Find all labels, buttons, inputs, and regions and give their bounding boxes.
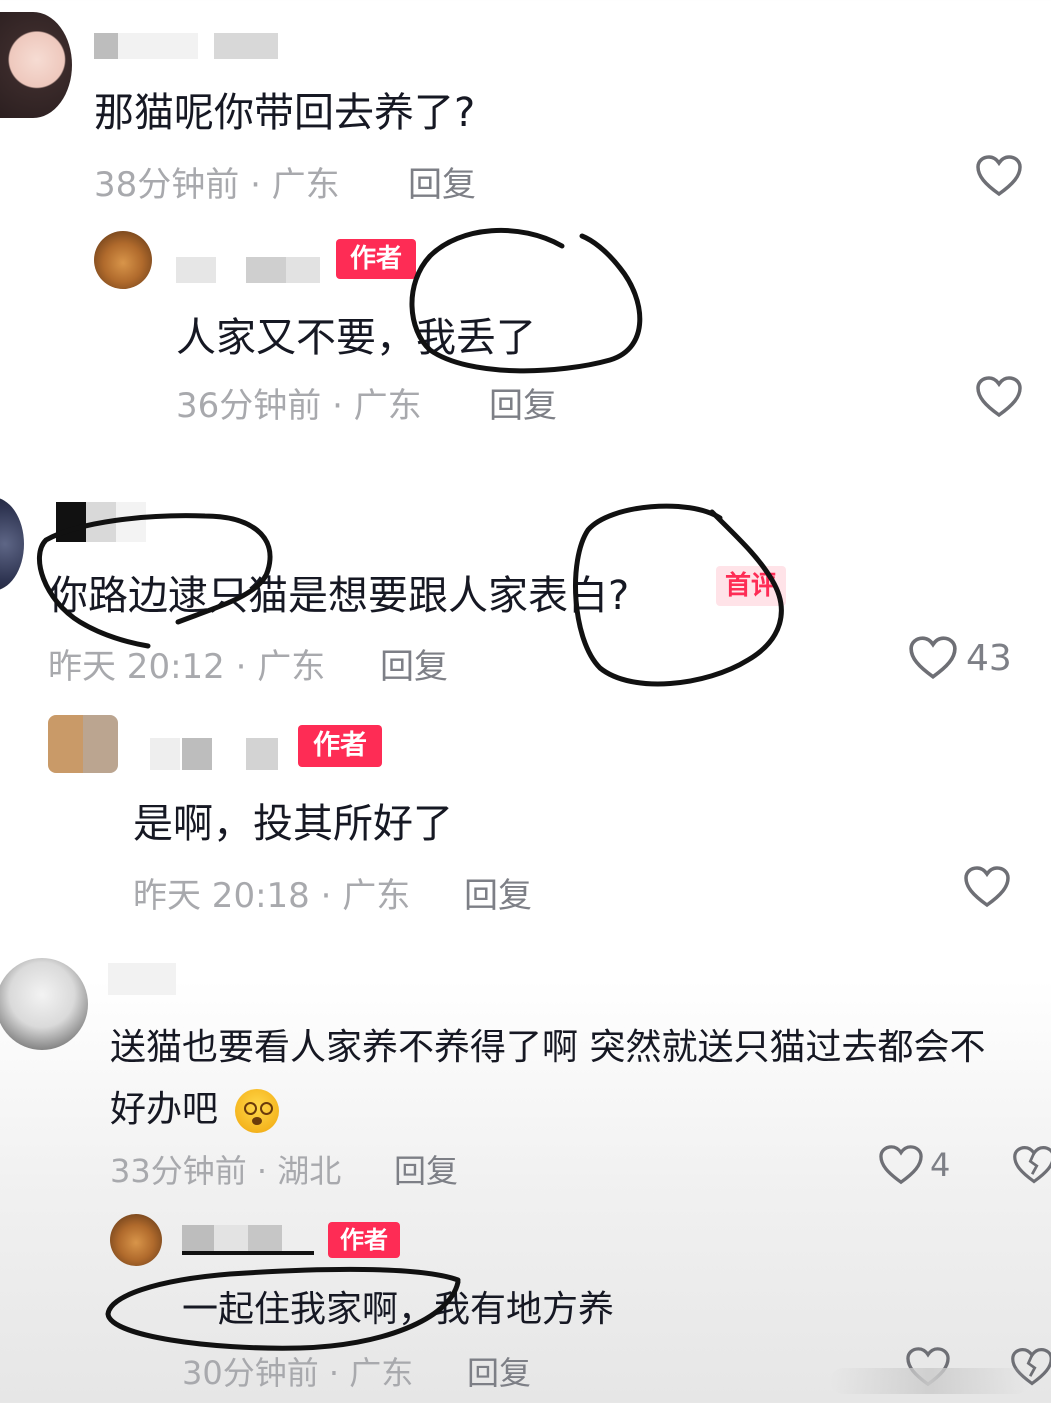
username-blurred[interactable] [56, 502, 146, 542]
username-blurred[interactable] [182, 1225, 314, 1255]
comment-time-location: 33分钟前 · 湖北 [110, 1152, 342, 1190]
comment-time-location: 30分钟前 · 广东 [182, 1354, 414, 1392]
username-blurred[interactable] [108, 963, 176, 995]
avatar[interactable] [110, 1214, 162, 1266]
comment-text: 人家又不要，我丢了 [176, 315, 536, 361]
comment-text: 是啊，投其所好了 [133, 801, 453, 847]
username-blurred[interactable] [150, 738, 290, 770]
reply-button[interactable]: 回复 [467, 1348, 531, 1394]
dizzy-face-emoji [235, 1089, 280, 1133]
comment-time-location: 昨天 20:18 · 广东 [133, 876, 411, 916]
author-tag: 作者 [328, 1222, 400, 1258]
first-comment-tag: 首评 [716, 566, 786, 606]
reply-button[interactable]: 回复 [380, 639, 448, 688]
comment-text: 你路边逮只猫是想要跟人家表白? [48, 573, 630, 619]
avatar[interactable] [0, 497, 24, 591]
username-blurred[interactable] [94, 33, 278, 59]
avatar[interactable] [0, 958, 88, 1050]
author-tag: 作者 [336, 239, 416, 279]
heart-icon[interactable] [878, 1144, 924, 1186]
reply-button[interactable]: 回复 [394, 1146, 458, 1192]
reply-button[interactable]: 回复 [489, 378, 557, 427]
comment-time-location: 昨天 20:12 · 广东 [48, 647, 326, 687]
avatar[interactable] [48, 715, 118, 773]
dislike-heart-icon[interactable] [1012, 1144, 1051, 1186]
like-count: 4 [930, 1146, 951, 1184]
reply-button[interactable]: 回复 [464, 868, 532, 917]
heart-icon[interactable] [963, 865, 1011, 909]
comment-time-location: 38分钟前 · 广东 [94, 165, 340, 205]
annotation-overlay [36, 227, 784, 1351]
avatar[interactable] [0, 12, 72, 118]
comment-text-line: 好办吧 [110, 1089, 219, 1130]
comment-time-location: 36分钟前 · 广东 [176, 386, 422, 426]
like-count: 43 [966, 638, 1012, 679]
comment-text: 一起住我家啊，我有地方养 [182, 1289, 615, 1330]
watermark-blur [830, 1368, 1030, 1394]
reply-button[interactable]: 回复 [408, 157, 476, 206]
comment-text: 那猫呢你带回去养了? [94, 90, 476, 136]
redaction-block [36, 424, 792, 496]
heart-icon[interactable] [975, 375, 1023, 419]
username-blurred[interactable] [176, 257, 320, 283]
comment-text: 送猫也要看人家养不养得了啊 突然就送只猫过去都会不 [110, 1027, 986, 1068]
heart-icon[interactable] [908, 635, 958, 681]
author-tag: 作者 [298, 725, 382, 767]
avatar[interactable] [94, 231, 152, 289]
comment-text: 好办吧 [110, 1080, 280, 1133]
heart-icon[interactable] [975, 154, 1023, 198]
